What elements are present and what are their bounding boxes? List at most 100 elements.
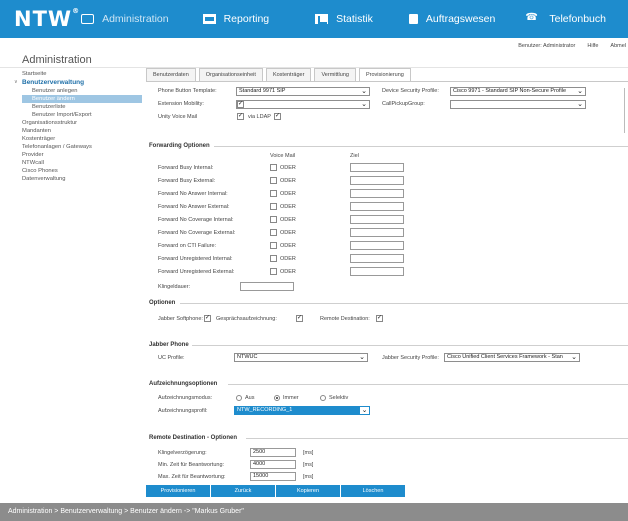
tab-vermittlung[interactable]: Vermittlung [314, 68, 356, 81]
sidebar-item-organisationsstruktur[interactable]: Organisationsstruktur [22, 119, 142, 127]
forward-no-coverage-external-checkbox[interactable] [270, 229, 277, 236]
nav-statistik[interactable]: Statistik [315, 13, 373, 25]
uc-profile-value: NTWUC [237, 354, 258, 360]
nav-reporting[interactable]: Reporting [202, 13, 269, 25]
nav-telefonbuch[interactable]: Telefonbuch [525, 12, 606, 25]
oder-label: ODER [280, 217, 296, 223]
device-security-profile-select[interactable]: Cisco 9971 - Standard SIP Non-Secure Pro… [450, 87, 586, 96]
ntw-logo[interactable]: NTW® [14, 7, 81, 31]
forwarding-section-title: Forwarding Optionen [149, 143, 210, 149]
remote-destination-section-title: Remote Destination - Optionen [149, 435, 238, 441]
page-title: Administration [22, 54, 92, 66]
kopieren-button[interactable]: Kopieren [276, 485, 340, 497]
sidebar-item-ntwcall[interactable]: NTWcall [22, 159, 142, 167]
sidebar-item-benutzer-import[interactable]: Benutzer Import/Export [22, 111, 142, 119]
aufzeichnung-selektiv-radio[interactable] [320, 395, 326, 401]
callpickup-group-select[interactable]: ⌄ [450, 100, 586, 109]
provisionieren-button[interactable]: Provisionieren [146, 485, 210, 497]
forward-unregistered-internal-input[interactable] [350, 254, 404, 263]
tab-organisationseinheit[interactable]: Organisationseinheit [198, 68, 263, 81]
admin-icon [81, 14, 95, 24]
forward-no-coverage-internal-checkbox[interactable] [270, 216, 277, 223]
sidebar-item-benutzerliste[interactable]: Benutzerliste [22, 103, 142, 111]
min-zeit-input[interactable]: 4000 [250, 460, 296, 469]
chevron-down-icon: ⌄ [360, 407, 369, 414]
max-zeit-label: Max. Zeit für Beantwortung: [158, 474, 226, 480]
klingeldauer-input[interactable] [240, 282, 294, 291]
jabber-security-profile-value: Cisco Unified Client Services Framework … [447, 354, 563, 360]
sidebar-item-provider[interactable]: Provider [22, 151, 142, 159]
sidebar-item-telefonanlagen[interactable]: Telefonanlagen / Gateways [22, 143, 142, 151]
unity-voice-mail-label: Unity Voice Mail [158, 114, 198, 120]
forward-cti-failure-input[interactable] [350, 241, 404, 250]
aufzeichnung-immer-radio[interactable] [274, 395, 280, 401]
device-security-profile-value: Cisco 9971 - Standard SIP Non-Secure Pro… [453, 88, 567, 94]
forward-no-answer-internal-input[interactable] [350, 189, 404, 198]
jabber-softphone-checkbox[interactable] [204, 314, 211, 322]
ms-unit-label: [ms] [303, 450, 314, 456]
jabber-phone-section-line [192, 345, 628, 346]
callpickup-group-label: CallPickupGroup: [382, 101, 425, 107]
tab-kostentraeger[interactable]: Kostenträger [265, 68, 312, 81]
forward-no-answer-external-label: Forward No Answer External: [158, 204, 230, 210]
forward-no-answer-external-input[interactable] [350, 202, 404, 211]
sidebar-item-cisco-phones[interactable]: Cisco Phones [22, 167, 142, 175]
forward-unregistered-external-input[interactable] [350, 267, 404, 276]
sidebar-item-datenverwaltung[interactable]: Datenverwaltung [22, 175, 142, 183]
sidebar-item-mandanten[interactable]: Mandanten [22, 127, 142, 135]
forward-no-coverage-external-input[interactable] [350, 228, 404, 237]
ms-unit-label: [ms] [303, 474, 314, 480]
max-zeit-input[interactable]: 15000 [250, 472, 296, 481]
via-ldap-checkbox[interactable] [274, 112, 281, 120]
optionen-section-line [180, 303, 628, 304]
aufzeichnung-aus-radio[interactable] [236, 395, 242, 401]
klingelverzoegerung-label: Klingelverzögerung: [158, 450, 207, 456]
remote-destination-checkbox[interactable] [376, 314, 383, 322]
forwarding-section-line [214, 146, 628, 147]
sidebar-item-startseite[interactable]: Startseite [22, 70, 142, 78]
forward-no-coverage-internal-input[interactable] [350, 215, 404, 224]
aufzeichnung-aus-label: Aus [245, 395, 255, 401]
loeschen-button[interactable]: Löschen [341, 485, 405, 497]
page-header: Administration Benutzer: Administrator H… [0, 38, 628, 68]
tab-provisionierung[interactable]: Provisionierung [358, 68, 411, 82]
forward-unregistered-external-checkbox[interactable] [270, 268, 277, 275]
sidebar-item-benutzerverwaltung[interactable]: Benutzerverwaltung [14, 78, 142, 87]
sidebar-item-kostentraeger[interactable]: Kostenträger [22, 135, 142, 143]
phone-icon [525, 12, 541, 24]
logout-link[interactable]: Abmel [610, 43, 626, 49]
forward-busy-external-input[interactable] [350, 176, 404, 185]
chevron-down-icon: ⌄ [361, 101, 367, 108]
extension-mobility-select[interactable]: ⌄ [236, 100, 370, 109]
help-link[interactable]: Hilfe [587, 43, 598, 49]
forward-no-answer-internal-checkbox[interactable] [270, 190, 277, 197]
gespraechsaufzeichnung-label: Gesprächsaufzeichnung: [216, 316, 277, 322]
jabber-softphone-label: Jabber Softphone: [158, 316, 203, 322]
forward-no-answer-external-checkbox[interactable] [270, 203, 277, 210]
jabber-security-profile-select[interactable]: Cisco Unified Client Services Framework … [444, 353, 580, 362]
tab-benutzerdaten[interactable]: Benutzerdaten [146, 68, 196, 81]
extension-mobility-checkbox[interactable] [237, 100, 244, 108]
ms-unit-label: [ms] [303, 462, 314, 468]
klingelverzoegerung-input[interactable]: 2500 [250, 448, 296, 457]
forward-busy-internal-input[interactable] [350, 163, 404, 172]
phone-button-template-select[interactable]: Standard 9971 SIP ⌄ [236, 87, 370, 96]
sidebar-item-benutzer-anlegen[interactable]: Benutzer anlegen [22, 87, 142, 95]
forward-busy-internal-checkbox[interactable] [270, 164, 277, 171]
aufzeichnungsmodus-label: Aufzeichnungsmodus: [158, 395, 213, 401]
forward-unregistered-internal-checkbox[interactable] [270, 255, 277, 262]
nav-auftragswesen[interactable]: Auftragswesen [408, 13, 495, 25]
gespraechsaufzeichnung-checkbox[interactable] [296, 314, 303, 322]
sidebar-item-benutzer-aendern[interactable]: Benutzer ändern [22, 95, 142, 103]
unity-voice-mail-checkbox[interactable] [237, 112, 244, 120]
top-navigation-bar: NTW® Administration Reporting Statistik … [0, 0, 628, 38]
zurueck-button[interactable]: Zurück [211, 485, 275, 497]
uc-profile-select[interactable]: NTWUC ⌄ [234, 353, 368, 362]
remote-destination-label: Remote Destination: [320, 316, 370, 322]
nav-administration[interactable]: Administration [81, 13, 169, 25]
aufzeichnungsprofil-select[interactable]: NTW_RECORDING_1 ⌄ [234, 406, 370, 415]
forward-busy-external-checkbox[interactable] [270, 177, 277, 184]
aufzeichnung-immer-label: Immer [283, 395, 299, 401]
forward-cti-failure-checkbox[interactable] [270, 242, 277, 249]
remote-destination-section-line [246, 438, 628, 439]
